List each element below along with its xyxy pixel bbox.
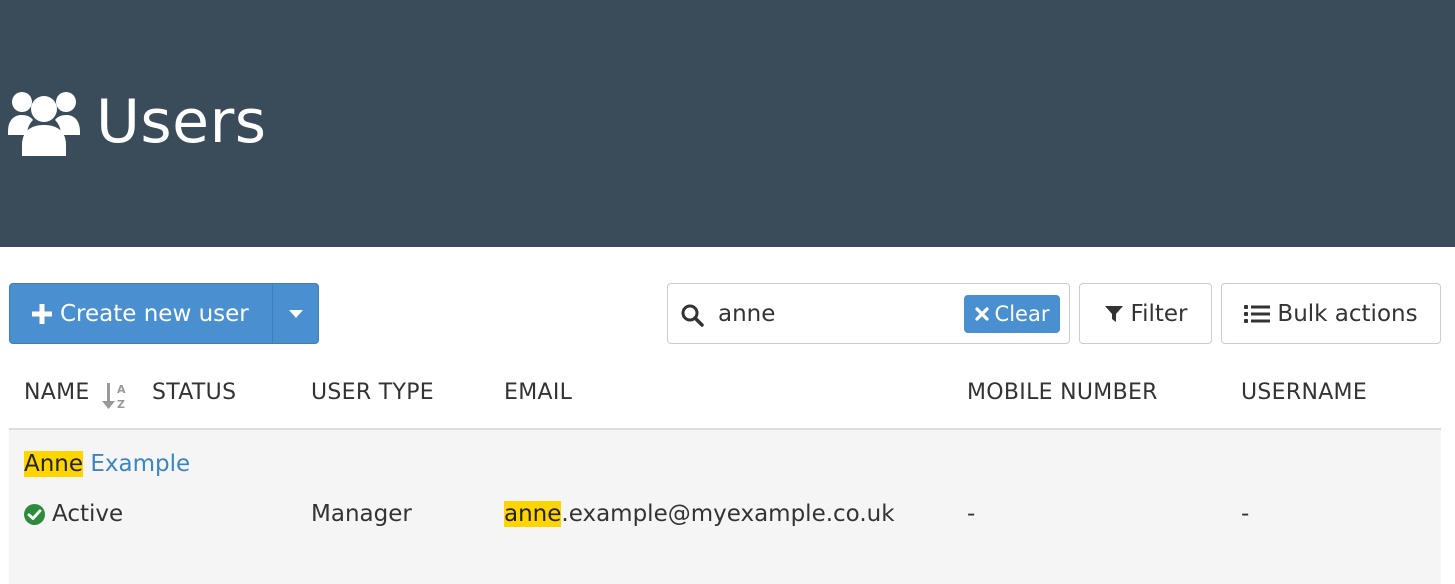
users-icon (8, 92, 80, 156)
plus-icon (32, 303, 52, 324)
column-header-username[interactable]: USERNAME (1241, 380, 1367, 405)
column-header-user-type[interactable]: USER TYPE (311, 380, 434, 405)
bulk-actions-button[interactable]: Bulk actions (1221, 283, 1441, 344)
user-name-rest: Example (83, 451, 191, 477)
filter-icon (1104, 305, 1123, 322)
search-match-highlight: anne (504, 501, 562, 527)
svg-text:A: A (117, 383, 126, 396)
page-header: Users (0, 0, 1455, 247)
column-header-mobile-number[interactable]: MOBILE NUMBER (967, 380, 1158, 405)
create-user-button-group: Create new user (9, 283, 319, 344)
clear-label: Clear (994, 302, 1050, 326)
filter-button[interactable]: Filter (1079, 283, 1212, 344)
user-type: Manager (311, 501, 412, 527)
search-match-highlight: Anne (24, 451, 84, 477)
create-new-user-button[interactable]: Create new user (10, 284, 273, 343)
close-icon (974, 307, 989, 321)
user-mobile-number: - (967, 501, 976, 527)
column-header-email[interactable]: EMAIL (504, 380, 572, 405)
check-circle-icon (24, 504, 45, 525)
clear-search-button[interactable]: Clear (964, 295, 1060, 333)
search-icon (681, 304, 704, 327)
sort-alpha-asc-icon[interactable]: A Z (102, 381, 130, 411)
svg-text:Z: Z (117, 398, 125, 411)
bulk-actions-label: Bulk actions (1277, 300, 1418, 327)
search-input[interactable] (718, 296, 958, 332)
caret-down-icon (288, 309, 303, 318)
filter-label: Filter (1130, 300, 1188, 327)
user-email: anne.example@myexample.co.uk (504, 498, 895, 530)
user-username: - (1241, 501, 1250, 527)
user-name-link[interactable]: Anne Example (24, 448, 190, 480)
list-icon (1244, 304, 1271, 323)
page-title: Users (96, 87, 267, 157)
user-email-rest: .example@myexample.co.uk (561, 501, 895, 527)
user-status: Active (52, 501, 124, 527)
column-header-name[interactable]: NAME (24, 380, 90, 405)
column-header-status[interactable]: STATUS (152, 380, 236, 405)
search-box: Clear (667, 283, 1070, 344)
create-new-user-label: Create new user (60, 300, 249, 327)
create-options-dropdown-button[interactable] (273, 284, 318, 343)
